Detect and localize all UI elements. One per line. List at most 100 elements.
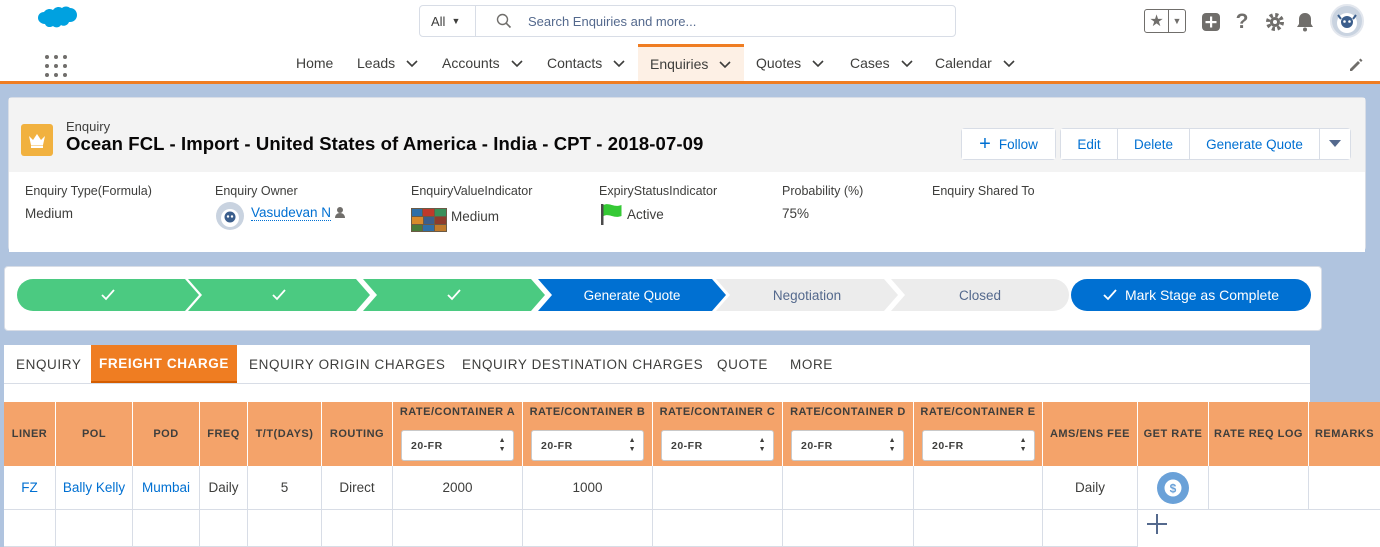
checkmark-icon — [101, 289, 115, 301]
search-scope-select[interactable]: All ▼ — [420, 6, 476, 36]
search-input[interactable]: Search Enquiries and more... — [528, 14, 696, 29]
nav-item-calendar[interactable]: Calendar — [935, 44, 1016, 81]
chevron-down-icon[interactable] — [612, 56, 626, 70]
nav-item-enquiries[interactable]: Enquiries — [638, 44, 744, 81]
bell-icon[interactable] — [1292, 9, 1318, 35]
nav-item-leads[interactable]: Leads — [357, 44, 419, 81]
follow-button[interactable]: + Follow — [962, 129, 1055, 159]
table-cell-rate-c — [653, 466, 783, 510]
container-e-select[interactable]: 20-FR ▲ ▼ — [922, 430, 1035, 461]
get-rate-button[interactable]: $ — [1157, 471, 1189, 504]
generate-quote-button[interactable]: Generate Quote — [1190, 129, 1320, 159]
nav-item-quotes[interactable]: Quotes — [756, 44, 825, 81]
container-b-select[interactable]: 20-FR ▲ ▼ — [531, 430, 644, 461]
sort-arrows-icon: ▲ ▼ — [628, 437, 636, 453]
change-owner-icon[interactable] — [334, 205, 348, 219]
chevron-down-icon[interactable] — [1002, 56, 1016, 70]
record-header: Enquiry Ocean FCL - Import - United Stat… — [9, 98, 1365, 172]
tab-quote[interactable]: QUOTE — [717, 345, 768, 384]
checkmark-icon — [272, 289, 286, 301]
nav-item-cases[interactable]: Cases — [850, 44, 914, 81]
col-header-pol: POL — [56, 402, 133, 466]
table-cell-empty — [133, 510, 200, 547]
table-cell-pod[interactable]: Mumbai — [133, 466, 200, 510]
path-stage-generate-quote[interactable]: Generate Quote — [538, 279, 726, 311]
chevron-down-icon[interactable] — [405, 56, 419, 70]
col-header-remarks: REMARKS — [1309, 402, 1380, 466]
app-launcher-icon[interactable] — [45, 55, 67, 77]
chevron-down-icon: ▼ — [451, 16, 461, 26]
container-a-select[interactable]: 20-FR ▲ ▼ — [401, 430, 514, 461]
nav-item-home[interactable]: Home — [296, 44, 333, 81]
gear-icon[interactable] — [1262, 9, 1288, 35]
crown-icon — [21, 124, 53, 156]
table-cell-liner[interactable]: FZ — [4, 466, 56, 510]
table-cell-get-rate: $ — [1138, 466, 1209, 510]
table-cell-pol[interactable]: Bally Kelly — [56, 466, 133, 510]
app-nav-bar: Home Leads Accounts Contacts Enquiries Q… — [0, 44, 1380, 84]
table-cell-tt: 5 — [248, 466, 322, 510]
nav-item-contacts[interactable]: Contacts — [547, 44, 626, 81]
container-c-select[interactable]: 20-FR ▲ ▼ — [661, 430, 774, 461]
edit-nav-icon[interactable] — [1348, 57, 1364, 73]
tab-freight-charge[interactable]: FREIGHT CHARGE — [91, 345, 237, 384]
col-header-rate-c: RATE/CONTAINER C 20-FR ▲ ▼ — [653, 402, 783, 466]
path-stage-3[interactable] — [363, 279, 545, 311]
table-cell-empty — [248, 510, 322, 547]
col-header-rate-req-log: RATE REQ LOG — [1209, 402, 1309, 466]
chevron-down-icon — [1329, 140, 1341, 147]
table-cell-empty — [914, 510, 1043, 547]
table-cell-rate-d — [783, 466, 914, 510]
sort-arrows-icon: ▲ ▼ — [888, 437, 896, 453]
tab-enquiry-destination-charges[interactable]: ENQUIRY DESTINATION CHARGES — [462, 345, 703, 384]
col-header-liner: LINER — [4, 402, 56, 466]
path-stage-negotiation[interactable]: Negotiation — [716, 279, 898, 311]
path-stage-closed[interactable]: Closed — [891, 279, 1069, 311]
path-stage-2[interactable] — [188, 279, 370, 311]
edit-button[interactable]: Edit — [1061, 129, 1118, 159]
record-tabs: ENQUIRY FREIGHT CHARGE ENQUIRY ORIGIN CH… — [4, 345, 1310, 403]
help-icon[interactable]: ? — [1229, 9, 1255, 35]
col-header-rate-e: RATE/CONTAINER E 20-FR ▲ ▼ — [914, 402, 1043, 466]
search-icon — [496, 13, 512, 29]
salesforce-logo[interactable] — [36, 6, 78, 36]
col-header-routing: ROUTING — [322, 402, 393, 466]
owner-link[interactable]: Vasudevan N — [251, 205, 332, 221]
chevron-down-icon[interactable]: ▼ — [1169, 10, 1185, 32]
record-object-label: Enquiry — [66, 119, 111, 134]
green-flag-icon — [601, 204, 622, 225]
col-header-rate-b: RATE/CONTAINER B 20-FR ▲ ▼ — [523, 402, 653, 466]
mark-stage-complete-button[interactable]: Mark Stage as Complete — [1071, 279, 1311, 311]
nav-item-accounts[interactable]: Accounts — [442, 44, 524, 81]
table-cell-rate-a: 2000 — [393, 466, 523, 510]
container-d-select[interactable]: 20-FR ▲ ▼ — [791, 430, 904, 461]
user-avatar[interactable] — [1330, 4, 1364, 38]
chevron-down-icon[interactable] — [510, 56, 524, 70]
add-row-icon[interactable] — [1145, 512, 1169, 536]
global-search[interactable]: All ▼ Search Enquiries and more... — [419, 5, 956, 37]
highlight-fields: Enquiry Type(Formula) Medium Enquiry Own… — [9, 172, 1365, 252]
table-cell-empty — [393, 510, 523, 547]
favorites-button[interactable]: ★ ▼ — [1144, 9, 1186, 33]
owner-avatar-icon — [216, 202, 244, 230]
plus-icon: + — [979, 133, 991, 155]
more-actions-button[interactable] — [1320, 129, 1350, 159]
path-stage-1[interactable] — [17, 279, 199, 311]
tab-more[interactable]: MORE — [790, 345, 833, 384]
follow-button-group: + Follow — [961, 128, 1056, 160]
container-stack-icon — [411, 208, 447, 232]
table-cell-empty — [653, 510, 783, 547]
svg-text:$: $ — [1170, 481, 1177, 495]
record-title: Ocean FCL - Import - United States of Am… — [66, 133, 704, 154]
chevron-down-icon[interactable] — [811, 56, 825, 70]
tab-enquiry[interactable]: ENQUIRY — [16, 345, 81, 384]
col-header-get-rate: GET RATE — [1138, 402, 1209, 466]
table-cell-freq: Daily — [200, 466, 248, 510]
record-highlights-panel: Enquiry Ocean FCL - Import - United Stat… — [8, 97, 1366, 252]
freight-charge-table: LINER POL POD FREQ T/T(DAYS) ROUTING RAT… — [4, 402, 1380, 547]
add-icon[interactable] — [1198, 9, 1224, 35]
chevron-down-icon[interactable] — [718, 57, 732, 71]
chevron-down-icon[interactable] — [900, 56, 914, 70]
tab-enquiry-origin-charges[interactable]: ENQUIRY ORIGIN CHARGES — [249, 345, 446, 384]
delete-button[interactable]: Delete — [1118, 129, 1190, 159]
